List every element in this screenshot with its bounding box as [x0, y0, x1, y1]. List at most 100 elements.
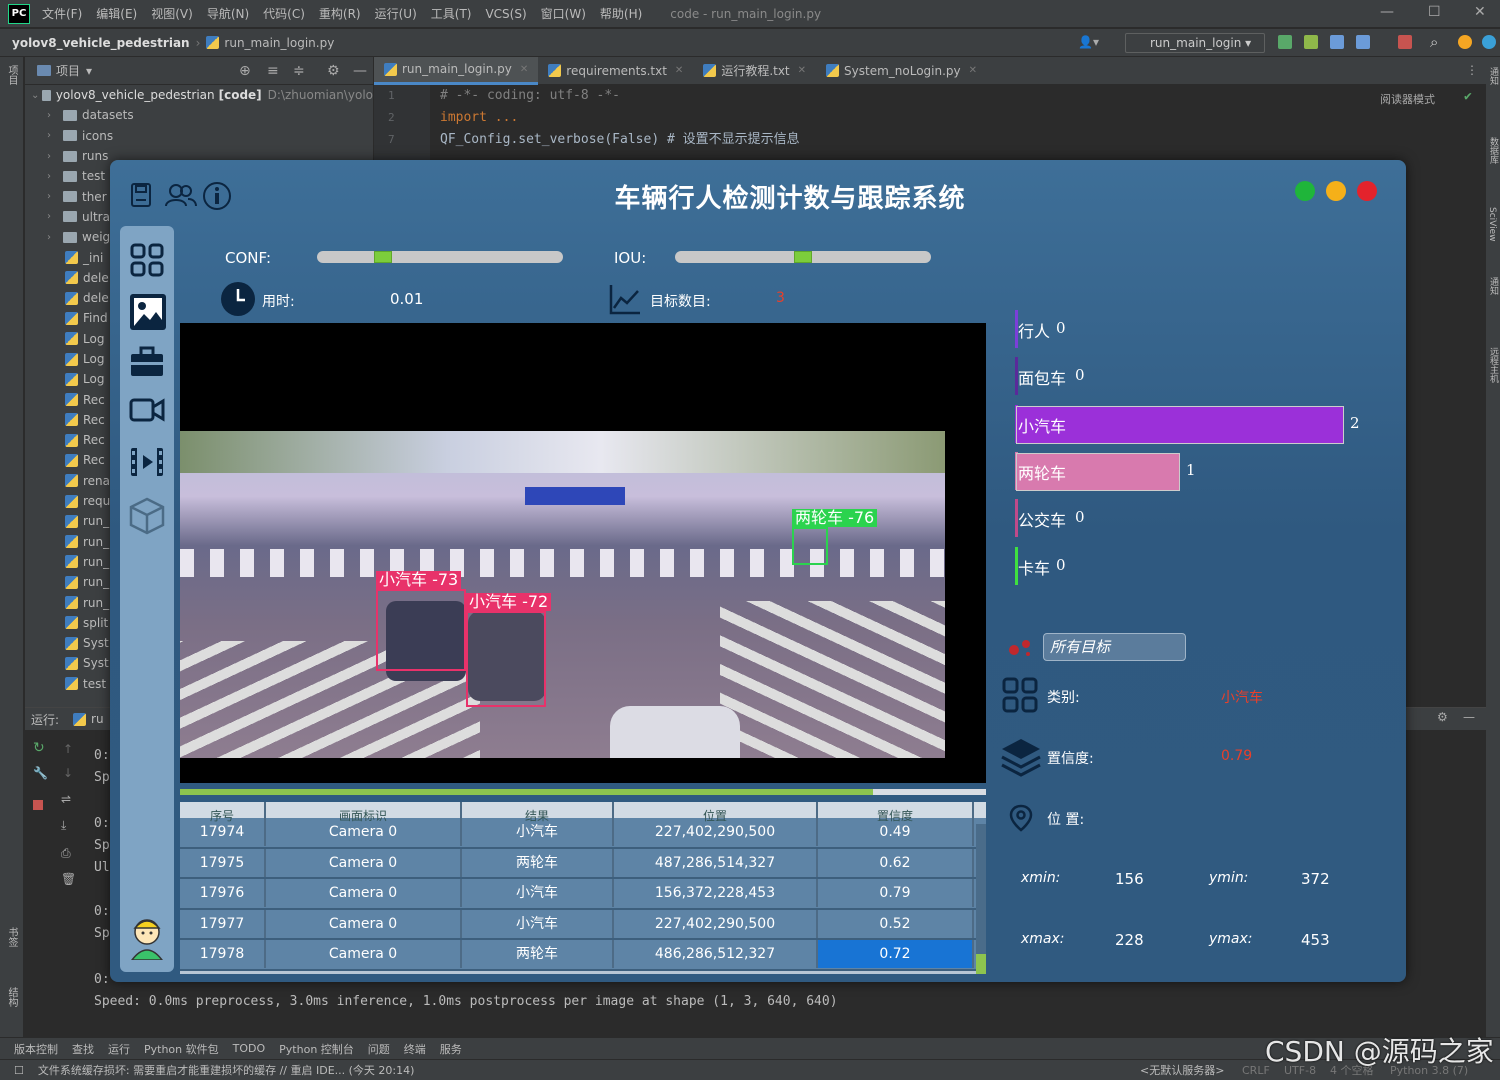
minimize-icon[interactable]: — — [1380, 4, 1394, 20]
tool-project[interactable]: 项目 — [4, 65, 19, 85]
tool-structure[interactable]: 结构 — [4, 987, 19, 1007]
user-avatar-icon[interactable] — [128, 914, 166, 960]
tree-item[interactable]: › datasets — [25, 105, 373, 125]
right-tool-item[interactable]: SciView — [1487, 207, 1497, 242]
right-tool-item[interactable]: 通知 — [1487, 277, 1500, 295]
bottom-tab[interactable]: TODO — [233, 1042, 266, 1055]
run-tab[interactable]: ru — [91, 712, 104, 726]
print-icon[interactable]: ⎙ — [61, 846, 71, 861]
right-tool-item[interactable]: 数据库 — [1487, 137, 1500, 164]
debug-icon[interactable] — [1304, 35, 1318, 49]
locate-icon[interactable]: ⊕ — [239, 63, 251, 79]
status-message[interactable]: 文件系统缓存损坏: 需要重启才能重建损坏的缓存 // 重启 IDE... (今天… — [38, 1062, 415, 1078]
bottom-tab[interactable]: 服务 — [440, 1041, 462, 1057]
menu-refactor[interactable]: 重构(R) — [319, 5, 361, 22]
arrow-down-icon[interactable]: ↓ — [63, 766, 73, 780]
chevron-down-icon[interactable]: ▾ — [86, 64, 92, 78]
coverage-icon[interactable] — [1330, 35, 1344, 49]
chevron-right-icon[interactable]: › — [47, 211, 63, 222]
bottom-tab[interactable]: 终端 — [404, 1041, 426, 1057]
editor-tab[interactable]: System_noLogin.py ✕ — [816, 57, 987, 85]
chevron-right-icon[interactable]: › — [47, 232, 63, 243]
chevron-down-icon[interactable]: ⌄ — [31, 90, 42, 101]
gear-icon[interactable]: ⚙ — [1437, 710, 1448, 724]
trash-icon[interactable]: 🗑 — [61, 872, 76, 886]
status-server[interactable]: <无默认服务器> — [1140, 1062, 1224, 1078]
run-config-select[interactable]: run_main_login ▾ — [1125, 33, 1265, 53]
scroll-end-icon[interactable]: ⤓ — [61, 818, 66, 833]
bbox-car-72[interactable] — [466, 611, 546, 707]
conf-slider[interactable] — [317, 251, 563, 263]
menu-edit[interactable]: 编辑(E) — [96, 5, 137, 22]
wrench-icon[interactable]: 🔧 — [33, 766, 48, 780]
search-icon[interactable]: ⌕ — [1430, 33, 1438, 51]
stop-icon[interactable] — [1398, 35, 1412, 49]
close-tab-icon[interactable]: ✕ — [798, 65, 806, 76]
menu-navigate[interactable]: 导航(N) — [207, 5, 249, 22]
video-display[interactable]: 小汽车 -73 小汽车 -72 两轮车 -76 — [180, 323, 986, 783]
model-cube-icon[interactable] — [127, 496, 167, 536]
table-scroll-thumb[interactable] — [976, 954, 986, 974]
table-scrollbar[interactable] — [976, 824, 986, 974]
menu-file[interactable]: 文件(F) — [42, 5, 82, 22]
target-select[interactable]: 所有目标 — [1043, 633, 1186, 661]
breadcrumb-file[interactable]: run_main_login.py — [224, 36, 334, 50]
menu-vcs[interactable]: VCS(S) — [485, 7, 526, 21]
close-tab-icon[interactable]: ✕ — [520, 64, 528, 75]
rerun-icon[interactable] — [1278, 35, 1292, 49]
bottom-tab[interactable]: 查找 — [72, 1041, 94, 1057]
bottom-tab[interactable]: 运行 — [108, 1041, 130, 1057]
minimize-dot[interactable] — [1326, 181, 1346, 201]
menu-tools[interactable]: 工具(T) — [431, 5, 472, 22]
tree-root[interactable]: ⌄ yolov8_vehicle_pedestrian [code] D:\zh… — [25, 85, 373, 105]
camera-icon[interactable] — [129, 392, 165, 428]
chevron-right-icon[interactable]: › — [47, 171, 63, 182]
bottom-tab[interactable]: 版本控制 — [14, 1041, 58, 1057]
close-tab-icon[interactable]: ✕ — [675, 65, 683, 76]
menu-view[interactable]: 视图(V) — [151, 5, 193, 22]
maximize-icon[interactable]: ☐ — [1428, 4, 1441, 20]
stop-icon[interactable] — [33, 800, 43, 810]
toolbox-icon[interactable] — [129, 344, 165, 380]
maximize-dot[interactable] — [1295, 181, 1315, 201]
table-row[interactable]: 17974 Camera 0 小汽车 227,402,290,500 0.49 — [180, 818, 986, 849]
close-dot[interactable] — [1357, 181, 1377, 201]
menu-code[interactable]: 代码(C) — [263, 5, 305, 22]
bbox-bike-76[interactable] — [792, 527, 828, 565]
grid-icon[interactable] — [129, 242, 165, 278]
bottom-tab[interactable]: Python 控制台 — [279, 1041, 354, 1057]
plugin-icon[interactable] — [1482, 35, 1496, 49]
video-progress[interactable] — [180, 789, 986, 795]
table-row[interactable]: 17977 Camera 0 小汽车 227,402,290,500 0.52 — [180, 909, 986, 940]
project-panel-title[interactable]: 项目 — [56, 62, 80, 79]
profile-icon[interactable] — [1356, 35, 1370, 49]
table-row[interactable]: 17975 Camera 0 两轮车 487,286,514,327 0.62 — [180, 848, 986, 879]
table-row[interactable]: 17976 Camera 0 小汽车 156,372,228,453 0.79 — [180, 879, 986, 910]
iou-slider-handle[interactable] — [794, 251, 812, 263]
editor-tab[interactable]: 运行教程.txt ✕ — [693, 57, 816, 85]
more-tabs-icon[interactable]: ⋮ — [1466, 63, 1478, 77]
hide-icon[interactable]: — — [353, 63, 367, 79]
arrow-up-icon[interactable]: ↑ — [63, 742, 73, 756]
editor-tab[interactable]: run_main_login.py ✕ — [374, 56, 539, 85]
video-icon[interactable] — [129, 444, 165, 480]
menu-help[interactable]: 帮助(H) — [600, 5, 642, 22]
chevron-right-icon[interactable]: › — [47, 130, 63, 141]
tree-item[interactable]: › icons — [25, 126, 373, 146]
rerun-icon[interactable]: ↻ — [33, 740, 45, 756]
close-icon[interactable]: ✕ — [1474, 4, 1486, 20]
iou-slider[interactable] — [675, 251, 931, 263]
conf-slider-handle[interactable] — [374, 251, 392, 263]
hide-icon[interactable]: — — [1463, 710, 1475, 724]
soft-wrap-icon[interactable]: ⇌ — [61, 792, 71, 806]
bbox-car-73[interactable] — [376, 589, 466, 671]
breadcrumb-project[interactable]: yolov8_vehicle_pedestrian — [12, 36, 190, 50]
right-tool-item[interactable]: 通知 — [1487, 67, 1500, 85]
chevron-right-icon[interactable]: › — [47, 191, 63, 202]
user-icon[interactable]: 👤▾ — [1078, 35, 1099, 49]
gear-icon[interactable]: ⚙ — [327, 63, 340, 79]
image-icon[interactable] — [128, 292, 168, 332]
reader-mode-link[interactable]: 阅读器模式 — [1380, 91, 1435, 107]
chevron-right-icon[interactable]: › — [47, 151, 63, 162]
bottom-tab[interactable]: 问题 — [368, 1041, 390, 1057]
